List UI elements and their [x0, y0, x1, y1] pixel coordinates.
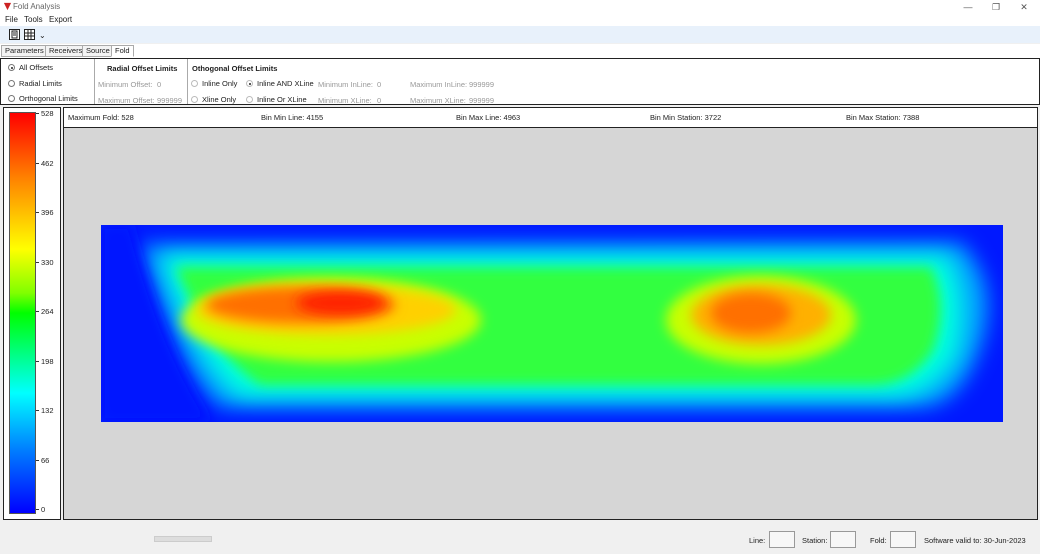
window-title: Fold Analysis — [13, 2, 61, 11]
station-label: Station: — [802, 536, 828, 545]
close-button[interactable]: ✕ — [1014, 1, 1034, 13]
xline-only-label: Xline Only — [202, 95, 237, 104]
line-label: Line: — [749, 536, 766, 545]
radial-limits-radio[interactable] — [8, 80, 15, 87]
orthogonal-limits-label: Orthogonal Limits — [19, 94, 78, 103]
tab-parameters[interactable]: Parameters — [1, 45, 48, 57]
tab-strip: Parameters Receivers Source Fold — [0, 44, 1040, 58]
legend-tick-mark — [36, 113, 39, 114]
orthogonal-section-title: Othogonal Offset Limits — [192, 64, 278, 73]
xline-only-radio[interactable] — [191, 96, 198, 103]
legend-tick-mark — [36, 212, 39, 213]
min-inline-label: Minimum InLine: — [318, 80, 374, 89]
legend-tick-label: 396 — [41, 208, 54, 217]
max-xline-value[interactable]: 999999 — [469, 96, 494, 105]
bin-min-line-text: Bin Min Line: 4155 — [261, 113, 324, 122]
legend-tick-label: 66 — [41, 455, 50, 465]
bin-max-line-text: Bin Max Line: 4963 — [456, 113, 521, 122]
maximize-button[interactable]: ❐ — [986, 1, 1006, 13]
fold-color-legend: 528 462 396 330 264 198 132 66 0 — [3, 107, 61, 520]
min-xline-label: Minimum XLine: — [318, 96, 372, 105]
minimize-button[interactable]: — — [958, 1, 978, 13]
radial-limits-label: Radial Limits — [19, 79, 62, 88]
toolbar-overflow-icon[interactable]: ⌄ — [39, 31, 46, 40]
inline-or-xline-label: Inline Or XLine — [257, 95, 307, 104]
legend-tick-label: 0 — [41, 505, 46, 514]
inline-and-xline-radio[interactable] — [246, 80, 253, 87]
menu-export[interactable]: Export — [49, 15, 72, 24]
inline-only-label: Inline Only — [202, 79, 238, 88]
inline-or-xline-radio[interactable] — [246, 96, 253, 103]
min-offset-value[interactable]: 0 — [157, 80, 161, 89]
radial-section-title: Radial Offset Limits — [107, 64, 178, 73]
offset-options-panel: All Offsets Radial Limits Orthogonal Lim… — [0, 58, 1040, 105]
max-xline-label: Maximum XLine: — [410, 96, 466, 105]
divider — [94, 59, 95, 104]
legend-tick-label: 462 — [41, 158, 54, 168]
fold-heatmap[interactable] — [101, 225, 1003, 422]
min-inline-value[interactable]: 0 — [377, 80, 381, 89]
grid-view-icon[interactable] — [24, 29, 35, 40]
legend-tick-mark — [36, 360, 39, 362]
legend-tick-mark — [36, 261, 39, 263]
max-inline-value[interactable]: 999999 — [469, 80, 494, 89]
fold-info-bar: Maximum Fold: 528 Bin Min Line: 4155 Bin… — [63, 107, 1038, 128]
min-offset-label: Minimum Offset: — [98, 80, 153, 89]
max-offset-value[interactable]: 999999 — [157, 96, 182, 105]
max-fold-text: Maximum Fold: 528 — [68, 113, 134, 122]
min-xline-value[interactable]: 0 — [377, 96, 381, 105]
progress-bar — [154, 536, 212, 542]
fold-map-plot[interactable] — [63, 128, 1038, 520]
menu-file[interactable]: File — [5, 15, 18, 24]
divider — [187, 59, 188, 104]
all-offsets-radio[interactable] — [8, 64, 15, 71]
fold-label: Fold: — [870, 536, 887, 545]
inline-only-radio[interactable] — [191, 80, 198, 87]
legend-tick-label: 528 — [41, 109, 54, 118]
title-bar: Fold Analysis — ❐ ✕ — [0, 0, 1040, 14]
orthogonal-limits-radio[interactable] — [8, 95, 15, 102]
all-offsets-label: All Offsets — [19, 63, 54, 72]
legend-tick-label: 132 — [41, 406, 54, 415]
toolbar: ⌄ — [0, 26, 1040, 43]
max-offset-label: Maximum Offset: — [98, 96, 155, 105]
app-logo-icon — [3, 2, 12, 11]
color-scale-bar — [9, 112, 36, 514]
tab-fold[interactable]: Fold — [111, 45, 134, 57]
menu-bar: File Tools Export — [0, 14, 1040, 26]
legend-tick-label: 198 — [41, 356, 54, 366]
tab-source[interactable]: Source — [82, 45, 114, 57]
bin-min-station-text: Bin Min Station: 3722 — [650, 113, 722, 122]
fold-field[interactable] — [890, 531, 916, 548]
legend-tick-mark — [36, 410, 39, 411]
station-field[interactable] — [830, 531, 856, 548]
menu-tools[interactable]: Tools — [24, 15, 43, 24]
inline-and-xline-label: Inline AND XLine — [257, 79, 314, 88]
list-view-icon[interactable] — [9, 29, 20, 40]
bin-max-station-text: Bin Max Station: 7388 — [846, 113, 920, 122]
legend-tick-mark — [36, 311, 39, 312]
legend-tick-label: 264 — [41, 307, 54, 316]
validity-text: Software valid to: 30-Jun-2023 — [924, 536, 1026, 545]
tab-receivers[interactable]: Receivers — [45, 45, 87, 57]
max-inline-label: Maximum InLine: — [410, 80, 468, 89]
status-bar: Line: Station: Fold: Software valid to: … — [0, 526, 1040, 554]
legend-tick-label: 330 — [41, 257, 54, 267]
legend-tick-mark — [36, 459, 39, 461]
legend-tick-mark — [36, 162, 39, 164]
legend-tick-mark — [36, 509, 39, 510]
line-field[interactable] — [769, 531, 795, 548]
